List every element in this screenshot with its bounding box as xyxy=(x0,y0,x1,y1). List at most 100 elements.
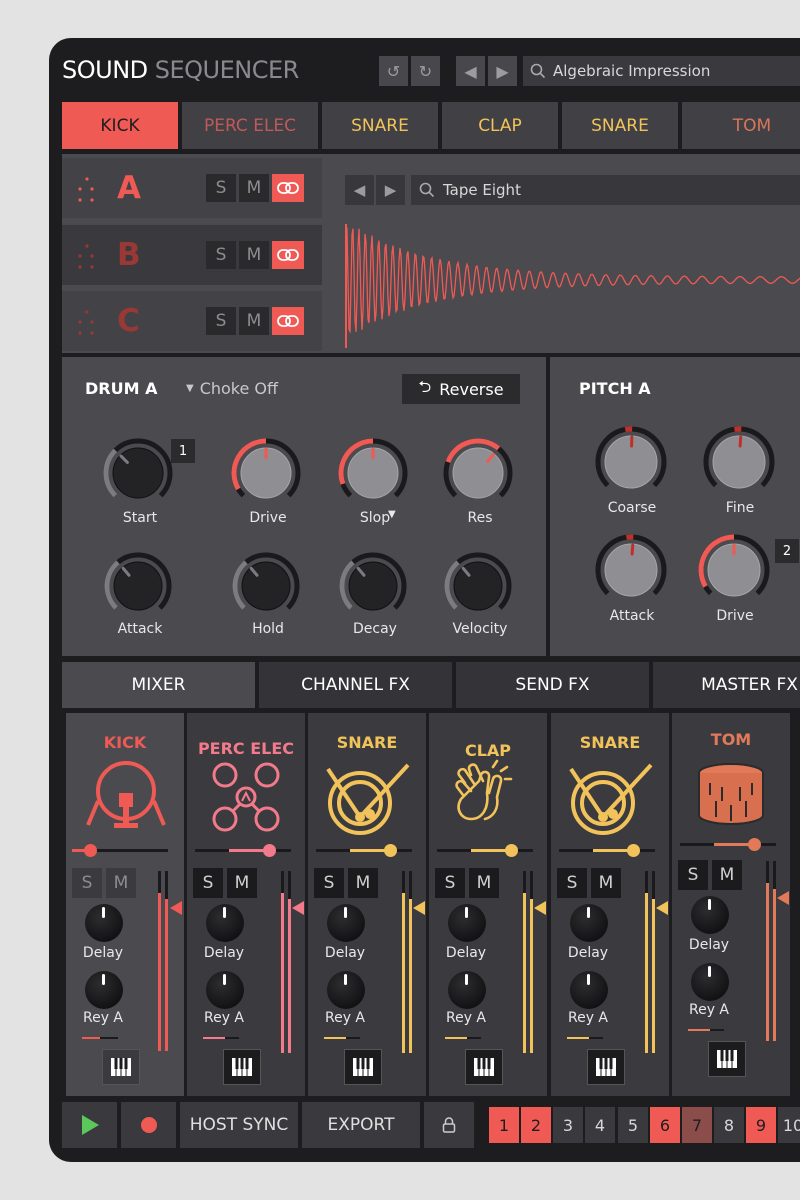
waveform-display[interactable] xyxy=(345,224,800,352)
mute-button[interactable]: M xyxy=(239,307,269,335)
undo-button[interactable]: ↺ xyxy=(379,56,408,86)
pan-slider-thumb[interactable] xyxy=(748,838,761,851)
pattern-button-1[interactable]: 1 xyxy=(489,1107,519,1143)
export-button[interactable]: EXPORT xyxy=(302,1102,420,1148)
next-preset-button[interactable]: ▶ xyxy=(488,56,517,86)
pattern-button-2[interactable]: 2 xyxy=(521,1107,551,1143)
pan-slider[interactable] xyxy=(680,838,776,851)
mute-button[interactable]: M xyxy=(712,860,742,890)
pan-slider[interactable] xyxy=(559,844,655,857)
link-button[interactable] xyxy=(272,307,304,335)
pattern-button-8[interactable]: 8 xyxy=(714,1107,744,1143)
pattern-button-4[interactable]: 4 xyxy=(585,1107,615,1143)
redo-button[interactable]: ↻ xyxy=(411,56,440,86)
midi-keys-button[interactable] xyxy=(708,1041,746,1077)
prev-preset-button[interactable]: ◀ xyxy=(456,56,485,86)
pan-slider-thumb[interactable] xyxy=(505,844,518,857)
pan-slider[interactable] xyxy=(437,844,533,857)
pattern-button-5[interactable]: 5 xyxy=(618,1107,648,1143)
solo-button[interactable]: S xyxy=(206,241,236,269)
tab-snare[interactable]: SNARE xyxy=(562,102,678,149)
midi-keys-button[interactable] xyxy=(587,1049,625,1085)
midi-keys-button[interactable] xyxy=(465,1049,503,1085)
tab-perc-elec[interactable]: PERC ELEC xyxy=(182,102,318,149)
pan-slider-thumb[interactable] xyxy=(627,844,640,857)
tab-channel-fx[interactable]: CHANNEL FX xyxy=(259,662,452,708)
reverb-send-knob[interactable] xyxy=(448,971,486,1009)
delay-send-knob[interactable] xyxy=(691,896,729,934)
reverb-send-knob[interactable] xyxy=(691,963,729,1001)
fader-handle[interactable] xyxy=(656,901,668,915)
delay-send-knob[interactable] xyxy=(85,904,123,942)
tab-master-fx[interactable]: MASTER FX xyxy=(653,662,800,708)
delay-send-knob[interactable] xyxy=(448,904,486,942)
reverb-send-knob[interactable] xyxy=(85,971,123,1009)
tab-tom[interactable]: TOM xyxy=(682,102,800,149)
fader-handle[interactable] xyxy=(413,901,425,915)
pan-slider-thumb[interactable] xyxy=(384,844,397,857)
midi-keys-button[interactable] xyxy=(102,1049,140,1085)
mute-button[interactable]: M xyxy=(227,868,257,898)
solo-button[interactable]: S xyxy=(193,868,223,898)
sample-next-button[interactable]: ▶ xyxy=(376,175,405,205)
layer-row-b[interactable]: B SM xyxy=(62,225,322,285)
knob-drive[interactable] xyxy=(229,436,303,510)
pan-slider[interactable] xyxy=(72,844,168,857)
tab-send-fx[interactable]: SEND FX xyxy=(456,662,649,708)
pattern-button-3[interactable]: 3 xyxy=(553,1107,583,1143)
solo-button[interactable]: S xyxy=(314,868,344,898)
fader-handle[interactable] xyxy=(534,901,546,915)
delay-send-knob[interactable] xyxy=(206,904,244,942)
pitch-knob-attack[interactable] xyxy=(593,532,669,608)
solo-button[interactable]: S xyxy=(557,868,587,898)
choke-dropdown[interactable]: ▼ Choke Off xyxy=(186,379,278,398)
knob-res[interactable] xyxy=(441,436,515,510)
pan-slider-thumb[interactable] xyxy=(84,844,97,857)
tab-mixer[interactable]: MIXER xyxy=(62,662,255,708)
reverb-send-knob[interactable] xyxy=(206,971,244,1009)
solo-button[interactable]: S xyxy=(435,868,465,898)
knob-hold[interactable] xyxy=(230,550,302,622)
knob-start[interactable] xyxy=(101,436,175,510)
mute-button[interactable]: M xyxy=(591,868,621,898)
solo-button[interactable]: S xyxy=(678,860,708,890)
reverb-send-knob[interactable] xyxy=(327,971,365,1009)
delay-send-knob[interactable] xyxy=(570,904,608,942)
mute-button[interactable]: M xyxy=(469,868,499,898)
pattern-button-7[interactable]: 7 xyxy=(682,1107,712,1143)
tab-kick[interactable]: KICK xyxy=(62,102,178,149)
layer-row-c[interactable]: C SM xyxy=(62,291,322,351)
link-button[interactable] xyxy=(272,241,304,269)
pitch-knob-drive[interactable] xyxy=(696,532,772,608)
fader-handle[interactable] xyxy=(170,901,182,915)
caret-down-icon[interactable]: ▼ xyxy=(388,509,396,520)
fader-handle[interactable] xyxy=(292,901,304,915)
pitch-knob-coarse[interactable] xyxy=(593,424,669,500)
fader-handle[interactable] xyxy=(777,891,789,905)
reverb-send-knob[interactable] xyxy=(570,971,608,1009)
knob-decay[interactable] xyxy=(337,550,409,622)
preset-search[interactable]: Algebraic Impression xyxy=(523,56,800,86)
play-button[interactable] xyxy=(62,1102,117,1148)
midi-keys-button[interactable] xyxy=(344,1049,382,1085)
mute-button[interactable]: M xyxy=(348,868,378,898)
pitch-knob-fine[interactable] xyxy=(701,424,777,500)
tab-snare[interactable]: SNARE xyxy=(322,102,438,149)
solo-button[interactable]: S xyxy=(206,307,236,335)
delay-send-knob[interactable] xyxy=(327,904,365,942)
knob-attack[interactable] xyxy=(102,550,174,622)
mute-button[interactable]: M xyxy=(106,868,136,898)
knob-velocity[interactable] xyxy=(442,550,514,622)
mute-button[interactable]: M xyxy=(239,174,269,202)
link-button[interactable] xyxy=(272,174,304,202)
solo-button[interactable]: S xyxy=(72,868,102,898)
pan-slider[interactable] xyxy=(316,844,412,857)
pattern-button-9[interactable]: 9 xyxy=(746,1107,776,1143)
lock-button[interactable] xyxy=(424,1102,474,1148)
solo-button[interactable]: S xyxy=(206,174,236,202)
mute-button[interactable]: M xyxy=(239,241,269,269)
pan-slider-thumb[interactable] xyxy=(263,844,276,857)
pattern-button-10[interactable]: 10 xyxy=(778,1107,800,1143)
knob-slop[interactable] xyxy=(336,436,410,510)
pan-slider[interactable] xyxy=(195,844,291,857)
